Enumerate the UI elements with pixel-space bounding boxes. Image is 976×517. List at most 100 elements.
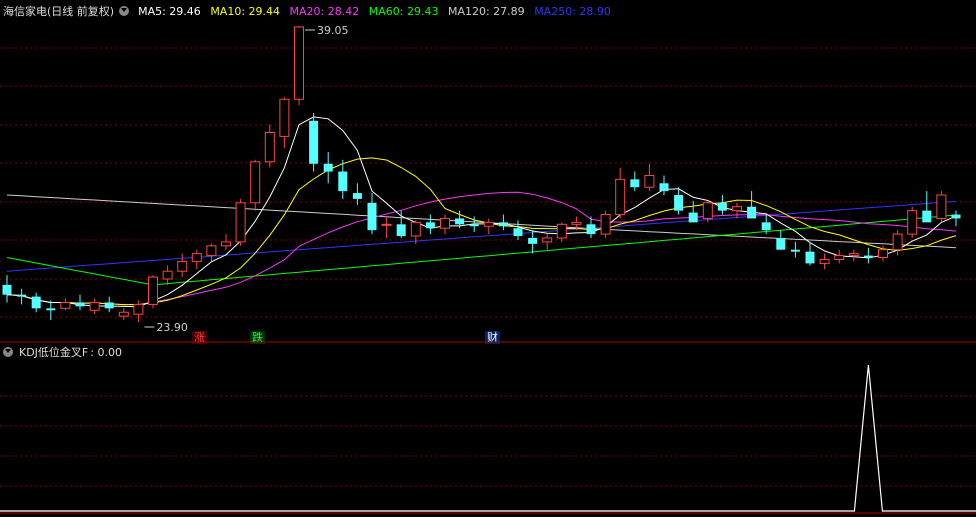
- candle-body-up: [191, 253, 202, 262]
- candle: [717, 195, 727, 215]
- candle-body-down: [513, 228, 523, 237]
- candle-body-down: [104, 302, 114, 309]
- candle-body-up: [381, 223, 392, 226]
- candle-body-down: [717, 202, 727, 211]
- candle: [863, 247, 873, 264]
- candle: [440, 214, 450, 235]
- candle-body-up: [571, 221, 582, 225]
- candle: [118, 308, 129, 321]
- candle-body-down: [352, 193, 362, 199]
- candle-body-down: [776, 237, 786, 250]
- candle: [235, 198, 246, 246]
- candle-body-down: [75, 302, 85, 307]
- candle: [513, 220, 523, 240]
- candle: [732, 202, 742, 219]
- indicator-line: [0, 364, 976, 512]
- candle-body-down: [761, 222, 771, 231]
- candle: [367, 193, 377, 235]
- candle: [410, 220, 421, 244]
- candle: [46, 300, 56, 321]
- candle-body-down: [469, 224, 479, 227]
- candle-body-down: [863, 255, 873, 258]
- candle-body-up: [162, 270, 173, 280]
- candle-body-down: [425, 222, 435, 229]
- candle-body-up: [556, 223, 567, 239]
- candle: [177, 253, 188, 278]
- candle: [834, 249, 845, 264]
- candle: [674, 187, 684, 215]
- candle-body-up: [89, 301, 100, 311]
- candle: [615, 167, 626, 219]
- candle-body-down: [17, 294, 27, 297]
- price-annotations: 39.05 23.90: [144, 24, 349, 334]
- candle: [221, 234, 231, 250]
- candle-body-up: [834, 255, 845, 260]
- candle-body-up: [644, 174, 655, 188]
- candle-body-up: [279, 98, 290, 137]
- candle-body-down: [498, 222, 508, 227]
- candle-body-down: [790, 249, 800, 252]
- candle-body-up: [907, 210, 918, 235]
- candle-body-down: [367, 202, 377, 231]
- candle-body-up: [600, 214, 611, 235]
- candle-body-up: [235, 202, 246, 243]
- candle: [309, 112, 319, 172]
- candle-body-up: [410, 221, 421, 237]
- candle: [600, 210, 611, 238]
- candle-body-up: [848, 253, 859, 257]
- candle-body-down: [747, 206, 757, 219]
- candle: [264, 124, 275, 168]
- candle: [323, 152, 333, 184]
- candle-body-down: [688, 212, 698, 223]
- candle: [848, 249, 859, 262]
- candle: [951, 210, 961, 227]
- candle-body-up: [148, 276, 158, 305]
- candle: [776, 230, 786, 250]
- candle-body-up: [294, 26, 304, 100]
- candle-body-up: [732, 206, 742, 212]
- candle-body-up: [892, 233, 903, 251]
- candle-body-down: [31, 296, 41, 309]
- candle-body-down: [630, 179, 640, 188]
- candle: [279, 97, 290, 149]
- candle: [89, 298, 100, 315]
- candle: [294, 26, 304, 106]
- candlesticks: [2, 26, 961, 322]
- ma60-line: [6, 214, 957, 286]
- candle: [907, 206, 918, 238]
- candle: [191, 249, 202, 270]
- candle: [381, 216, 392, 238]
- candle: [104, 296, 114, 313]
- candle: [659, 175, 669, 196]
- candle-body-down: [674, 195, 684, 211]
- low-price-label: 23.90: [156, 321, 188, 334]
- candle-body-down: [659, 183, 669, 192]
- candle-body-down: [805, 251, 815, 264]
- candle: [747, 191, 757, 219]
- price-chart[interactable]: 39.05 23.90: [0, 0, 976, 517]
- candle-body-down: [309, 120, 319, 164]
- candle-body-up: [60, 301, 71, 309]
- candle-body-up: [118, 311, 129, 317]
- candle-body-up: [440, 217, 450, 229]
- candle-body-down: [46, 308, 56, 311]
- candle-body-up: [177, 260, 188, 272]
- candle: [819, 253, 830, 270]
- candle: [75, 294, 85, 311]
- candle: [162, 265, 173, 285]
- candle: [483, 218, 494, 235]
- indicator-panel: [0, 364, 976, 512]
- candle-body-down: [396, 224, 406, 237]
- candle: [936, 191, 947, 223]
- high-price-label: 39.05: [317, 24, 349, 37]
- candle-body-up: [250, 161, 261, 204]
- candle: [425, 214, 435, 235]
- candle: [528, 230, 538, 254]
- candle-body-up: [615, 178, 626, 216]
- candle: [644, 163, 655, 192]
- candle-body-down: [2, 284, 12, 295]
- candle: [892, 230, 903, 256]
- candle: [805, 241, 815, 266]
- candle: [396, 210, 406, 238]
- candle: [60, 298, 71, 311]
